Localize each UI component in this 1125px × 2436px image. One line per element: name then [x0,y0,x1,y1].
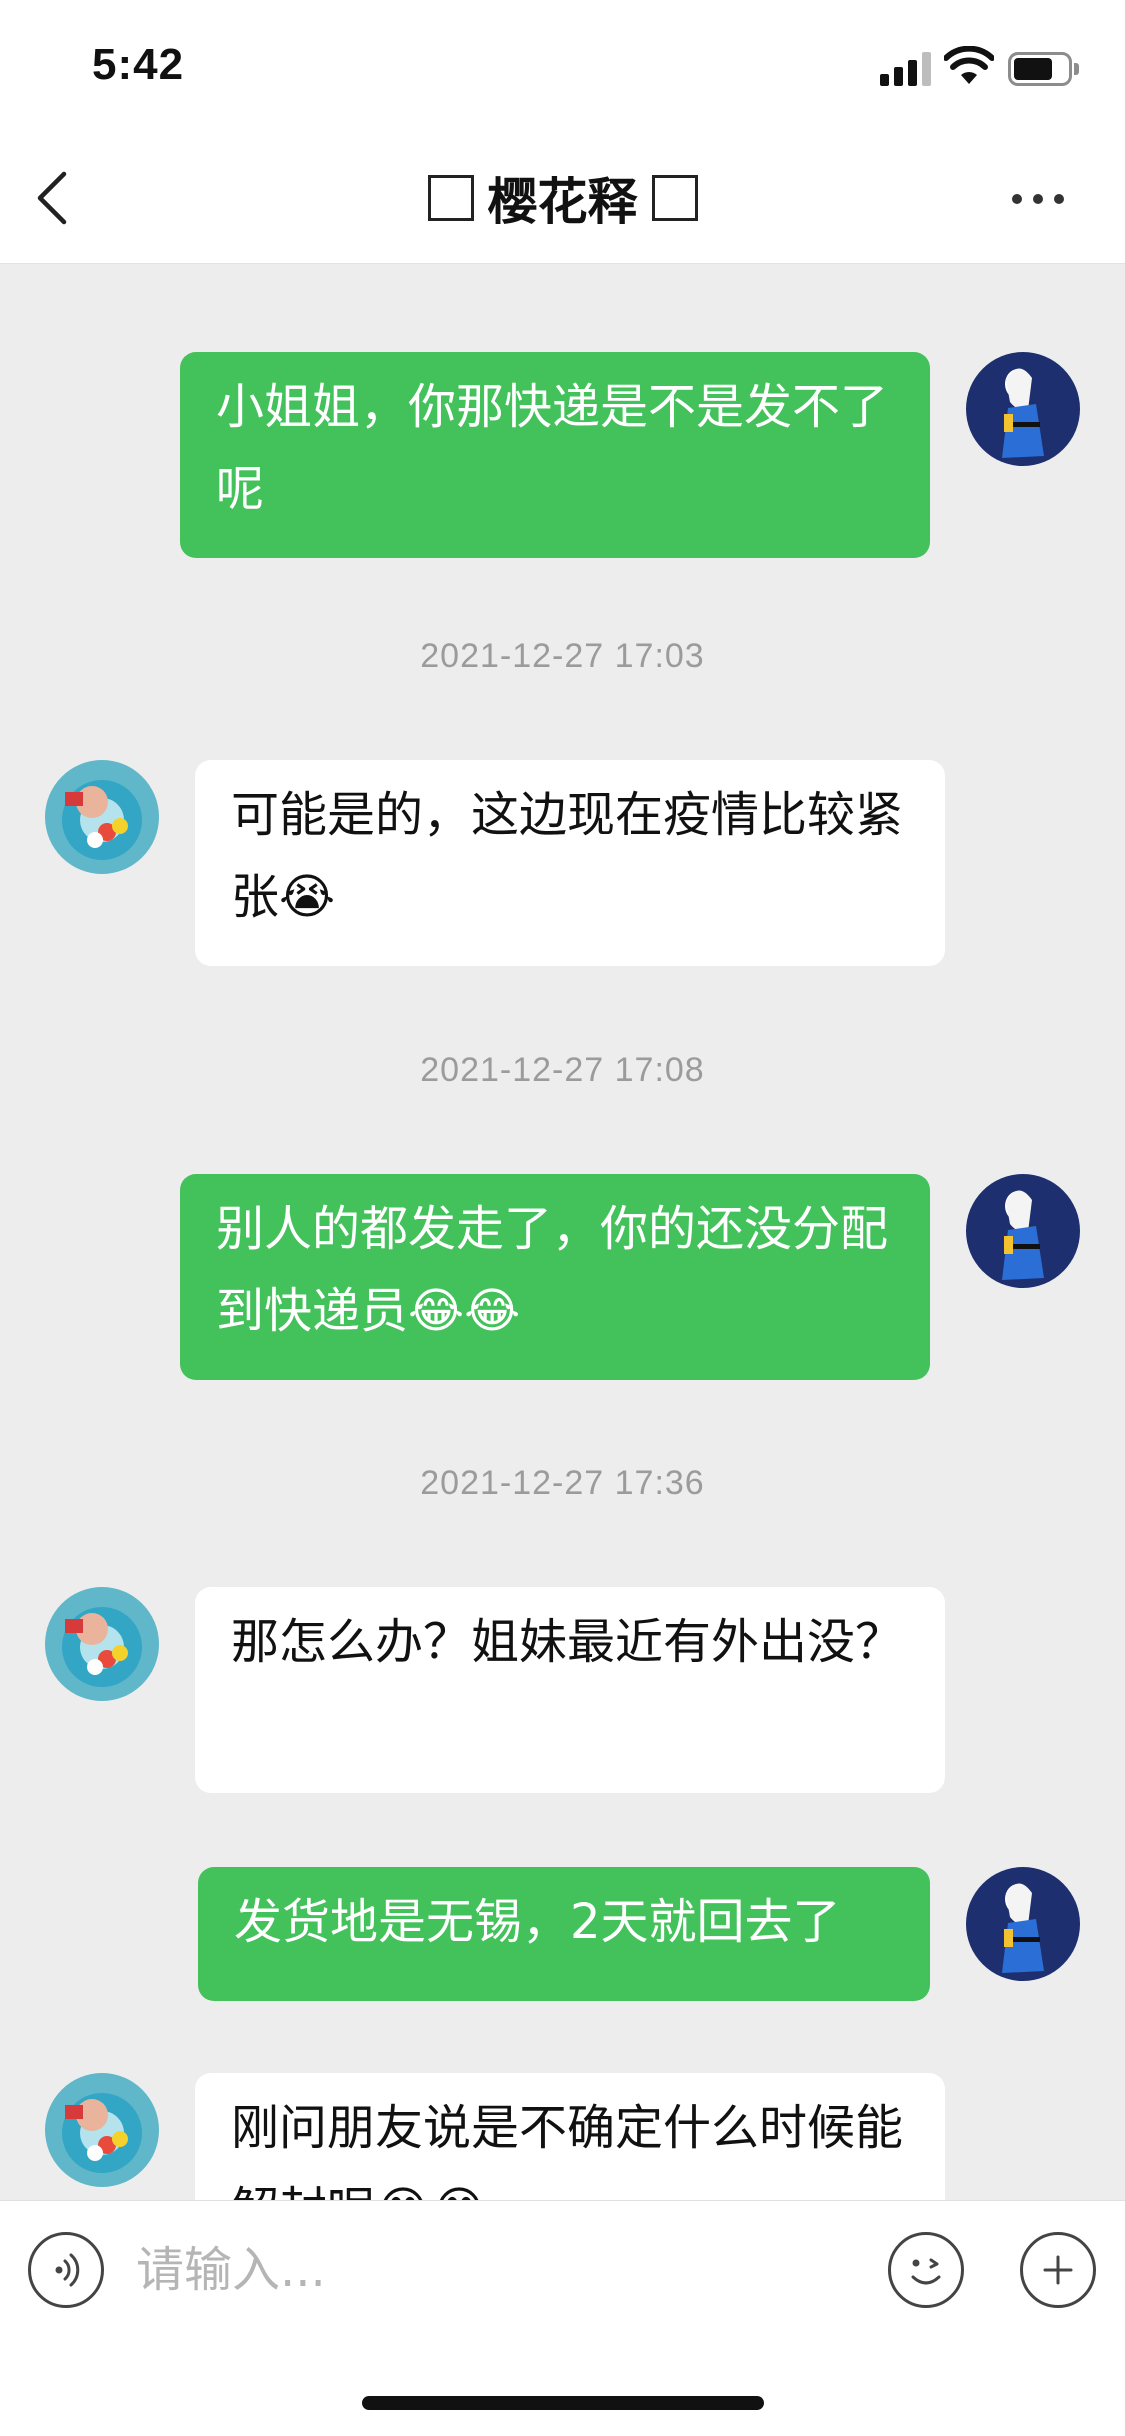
message-text: 发货地是无锡，2天就回去了 [234,1894,841,1950]
my-avatar[interactable] [966,1867,1080,1981]
more-options-button[interactable] [1000,176,1076,220]
message-timestamp: 2021-12-27 17:03 [420,637,705,675]
ellipsis-icon [1012,194,1022,204]
cellular-signal-icon [880,52,932,86]
message-text: 别人的都发走了，你的还没分配到快递员😂😂 [216,1201,889,1339]
message-text: 可能是的，这边现在疫情比较紧张😭 [231,787,904,925]
battery-icon [1008,52,1080,86]
message-bubble-sent[interactable]: 别人的都发走了，你的还没分配到快递员😂😂 [180,1174,930,1380]
ellipsis-dot [1033,194,1043,204]
message-input[interactable] [136,2227,856,2313]
my-avatar[interactable] [966,1174,1080,1288]
message-text: 小姐姐，你那快递是不是发不了呢 [216,379,889,517]
plus-icon [1043,2255,1073,2285]
message-bubble-received[interactable]: 刚问朋友说是不确定什么时候能解封呢😂😂 [195,2073,945,2200]
status-time: 5:42 [92,40,185,89]
emoji-button[interactable] [888,2232,964,2308]
message-timestamp: 2021-12-27 17:08 [420,1051,705,1089]
status-bar: 5:42 [0,0,1125,132]
message-bubble-received[interactable]: 那怎么办？姐妹最近有外出没？ [195,1587,945,1793]
chat-title: 樱花释 [0,132,1125,264]
nav-bar: 樱花释 [0,132,1125,264]
ellipsis-dot [1054,194,1064,204]
message-text: 那怎么办？姐妹最近有外出没？ [231,1614,904,1670]
voice-button[interactable] [28,2232,104,2308]
contact-avatar[interactable] [45,2073,159,2187]
message-bubble-sent[interactable]: 发货地是无锡，2天就回去了 [198,1867,930,2001]
contact-avatar[interactable] [45,760,159,874]
voice-icon [55,2253,80,2287]
missing-glyph-box [427,175,474,221]
missing-glyph-box [651,175,698,221]
more-actions-button[interactable] [1020,2232,1096,2308]
home-indicator[interactable] [362,2396,764,2410]
my-avatar[interactable] [966,352,1080,466]
chat-title-text: 樱花释 [487,174,638,230]
message-text: 刚问朋友说是不确定什么时候能解封呢😂😂 [231,2100,904,2200]
emoji-icon [911,2258,941,2285]
contact-avatar[interactable] [45,1587,159,1701]
message-timestamp: 2021-12-27 17:36 [420,1464,705,1502]
message-bubble-sent[interactable]: 小姐姐，你那快递是不是发不了呢 [180,352,930,558]
message-bubble-received[interactable]: 可能是的，这边现在疫情比较紧张😭 [195,760,945,966]
wifi-icon [943,45,995,86]
chat-message-list[interactable]: 小姐姐，你那快递是不是发不了呢 2021-12-27 17:03 可能是的，这边… [0,265,1125,2200]
